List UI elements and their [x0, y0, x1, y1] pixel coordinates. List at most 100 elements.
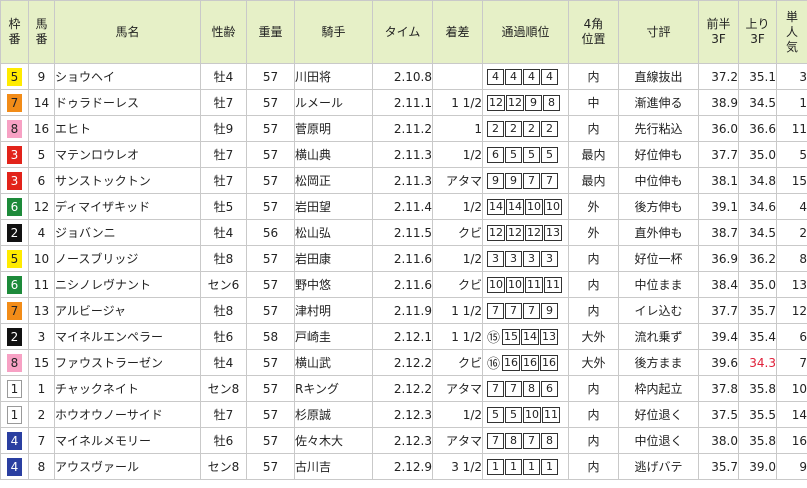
passing-box: 7 — [505, 380, 522, 397]
header-corner4: 4角 位置 — [568, 0, 619, 64]
frame-badge: 1 — [7, 379, 22, 398]
carried-weight: 57 — [246, 193, 295, 220]
horse-name: ジョバンニ — [54, 219, 201, 246]
comment: 中位まま — [618, 271, 699, 298]
finish-time: 2.12.9 — [372, 453, 433, 480]
sex-age: 牡8 — [200, 245, 247, 272]
carried-weight: 57 — [246, 375, 295, 402]
header-first3f: 前半 3F — [698, 0, 739, 64]
result-row[interactable]: 2 3 マイネルエンペラー 牡6 58 戸崎圭 2.12.1 1 1/2 ⑮ 15 14 13 大外 流れ… — [0, 323, 807, 350]
popularity: 11 — [776, 115, 807, 142]
popularity: 7 — [776, 349, 807, 376]
header-line: 重量 — [258, 24, 283, 39]
result-row[interactable]: 7 14 ドゥラドーレス 牡7 57 ルメール 2.11.1 1 1/2 12 12 9 8 中漸進伸る… — [0, 89, 807, 116]
frame-badge: 6 — [7, 275, 22, 294]
passing-box: 15 — [502, 328, 521, 345]
jockey-name: 川田将 — [294, 63, 373, 90]
header-passing: 通過順位 — [482, 0, 569, 64]
sex-age: セン6 — [200, 271, 247, 298]
passing-box: 14 — [487, 198, 505, 215]
header-line: 位置 — [581, 32, 606, 46]
result-row[interactable]: 2 4 ジョバンニ 牡4 56 松山弘 2.11.5 クビ 12 12 12 13 外直外伸も 38.7 3… — [0, 219, 807, 246]
horse-number: 2 — [28, 401, 55, 428]
passing-box: 6 — [487, 146, 504, 163]
finish-time: 2.11.3 — [372, 141, 433, 168]
horse-name: ディマイザキッド — [54, 193, 201, 220]
frame-badge: 7 — [7, 93, 22, 112]
popularity: 4 — [776, 193, 807, 220]
margin: 1 — [432, 115, 483, 142]
results-body: 5 9 ショウヘイ 牡4 57 川田将 2.10.8 4 4 4 4 内直線抜出 37.2 35.1 3 7 1… — [0, 63, 807, 480]
carried-weight: 57 — [246, 271, 295, 298]
sex-age: 牡8 — [200, 297, 247, 324]
finish-time: 2.12.2 — [372, 349, 433, 376]
result-row[interactable]: 3 6 サンストックトン 牡7 57 松岡正 2.11.3 アタマ 9 9 7 7 最内 中位伸も 38.1… — [0, 167, 807, 194]
carried-weight: 57 — [246, 167, 295, 194]
frame-badge: 3 — [7, 171, 22, 190]
first-3f: 39.1 — [698, 193, 739, 220]
first-3f: 38.0 — [698, 427, 739, 454]
finish-time: 2.11.3 — [372, 167, 433, 194]
margin: クビ — [432, 219, 483, 246]
comment: 中位退く — [618, 427, 699, 454]
result-row[interactable]: 8 16 エヒト 牡9 57 菅原明 2.11.2 1 2 2 2 2 内先行粘込 36.0 36.6 11 — [0, 115, 807, 142]
frame-number-cell: 3 — [0, 167, 29, 194]
popularity: 1 — [776, 89, 807, 116]
header-line: 通過順位 — [501, 24, 550, 39]
result-row[interactable]: 6 11 ニシノレヴナント セン6 57 野中悠 2.11.6 クビ 10 10 11 11 内中位まま… — [0, 271, 807, 298]
header-line: 3F — [750, 32, 765, 46]
first-3f: 38.9 — [698, 89, 739, 116]
frame-number-cell: 4 — [0, 427, 29, 454]
carried-weight: 57 — [246, 89, 295, 116]
passing-box: 11 — [544, 276, 562, 293]
passing-box: 12 — [487, 94, 505, 111]
passing-box: 12 — [506, 94, 524, 111]
margin: 1 1/2 — [432, 297, 483, 324]
corner4-position: 内 — [568, 375, 619, 402]
popularity: 16 — [776, 427, 807, 454]
horse-name: マイネルメモリー — [54, 427, 201, 454]
passing-box: 6 — [541, 380, 558, 397]
passing-box: 1 — [541, 458, 558, 475]
passing-box: 16 — [521, 354, 540, 371]
passing-box: 8 — [505, 432, 522, 449]
corner4-position: 大外 — [568, 349, 619, 376]
popularity: 9 — [776, 453, 807, 480]
finish-time: 2.11.4 — [372, 193, 433, 220]
frame-badge: 6 — [7, 197, 22, 216]
header-line: 馬 — [35, 17, 48, 31]
result-row[interactable]: 4 7 マイネルメモリー 牡6 57 佐々木大 2.12.3 アタマ 7 8 7 8 内中位退く 38.0… — [0, 427, 807, 454]
passing-box: 7 — [523, 302, 540, 319]
jockey-name: 松山弘 — [294, 219, 373, 246]
sex-age: 牡9 — [200, 115, 247, 142]
result-row[interactable]: 8 15 ファウストラーゼン 牡4 57 横山武 2.12.2 クビ ⑯ 16 16 16 大外 後方まま… — [0, 349, 807, 376]
frame-number-cell: 7 — [0, 89, 29, 116]
horse-name: ホウオウノーサイド — [54, 401, 201, 428]
result-row[interactable]: 1 1 チャックネイト セン8 57 Rキング 2.12.2 アタマ 7 7 8 6 内枠内起立 37.8… — [0, 375, 807, 402]
margin: 1/2 — [432, 401, 483, 428]
corner4-position: 外 — [568, 193, 619, 220]
passing-box: 10 — [523, 406, 541, 423]
horse-name: サンストックトン — [54, 167, 201, 194]
corner4-position: 内 — [568, 115, 619, 142]
passing-box: 13 — [540, 328, 559, 345]
last-3f: 36.2 — [738, 245, 777, 272]
finish-time: 2.11.6 — [372, 271, 433, 298]
passing-box: 9 — [525, 94, 542, 111]
result-row[interactable]: 7 13 アルビージャ 牡8 57 津村明 2.11.9 1 1/2 7 7 7 9 内イレ込む 37.7… — [0, 297, 807, 324]
carried-weight: 57 — [246, 141, 295, 168]
horse-number: 8 — [28, 453, 55, 480]
header-line: 単 — [785, 9, 798, 24]
header-time: タイム — [372, 0, 433, 64]
passing-box: 5 — [505, 406, 522, 423]
result-row[interactable]: 6 12 ディマイザキッド 牡5 57 岩田望 2.11.4 1/2 14 14 10 10 外後方伸も… — [0, 193, 807, 220]
result-row[interactable]: 5 10 ノースブリッジ 牡8 57 岩田康 2.11.6 1/2 3 3 3 3 内好位一杯 36.9 3… — [0, 245, 807, 272]
margin: アタマ — [432, 375, 483, 402]
passing-box: 7 — [487, 380, 504, 397]
corner4-position: 内 — [568, 297, 619, 324]
result-row[interactable]: 4 8 アウスヴァール セン8 57 古川吉 2.12.9 3 1/2 1 1 1 1 内逃げバテ 35.… — [0, 453, 807, 480]
result-row[interactable]: 3 5 マテンロウレオ 牡7 57 横山典 2.11.3 1/2 6 5 5 5 最内 好位伸も 37.7 3… — [0, 141, 807, 168]
result-row[interactable]: 1 2 ホウオウノーサイド 牡7 57 杉原誠 2.12.3 1/2 5 5 10 11 内好位退く 37… — [0, 401, 807, 428]
result-row[interactable]: 5 9 ショウヘイ 牡4 57 川田将 2.10.8 4 4 4 4 内直線抜出 37.2 35.1 3 — [0, 63, 807, 90]
jockey-name: 古川吉 — [294, 453, 373, 480]
